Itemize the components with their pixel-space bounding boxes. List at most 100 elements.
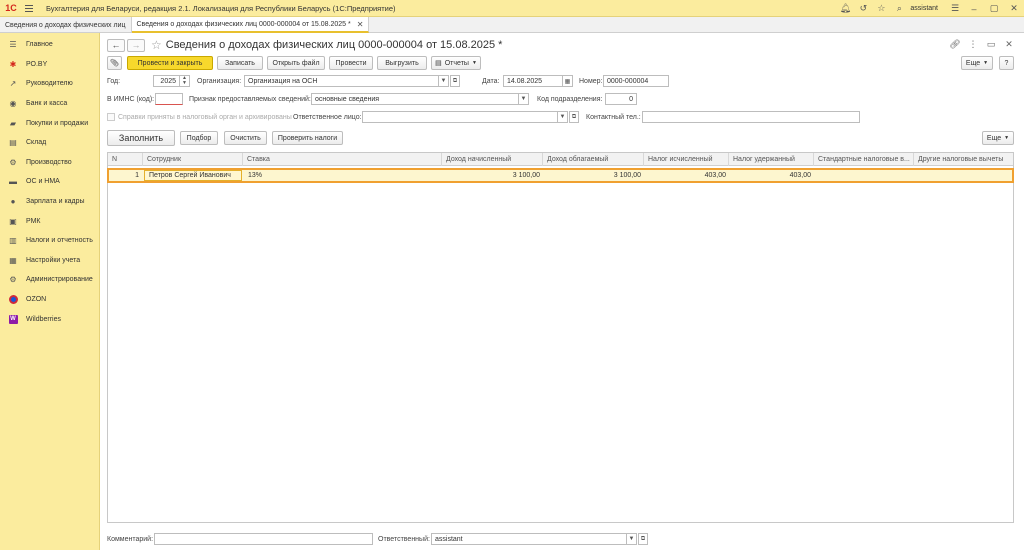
- organization-field[interactable]: Организация на ОСН: [244, 75, 439, 87]
- maximize-icon[interactable]: ▢: [984, 0, 1004, 17]
- info-sign-dropdown[interactable]: ▼: [519, 93, 529, 105]
- link-icon[interactable]: 🔗︎: [948, 38, 962, 51]
- col-employee[interactable]: Сотрудник: [143, 153, 243, 166]
- col-standard-deductions[interactable]: Стандартные налоговые в...: [814, 153, 914, 166]
- menu-icon[interactable]: [22, 0, 36, 17]
- history-icon[interactable]: ↺: [854, 0, 872, 17]
- report-icon: ▤: [435, 60, 442, 67]
- tab-list[interactable]: Сведения о доходах физических лиц: [0, 17, 132, 33]
- fill-button[interactable]: Заполнить: [107, 130, 175, 146]
- table-header: N Сотрудник Ставка Доход начисленный Дох…: [108, 153, 1013, 166]
- col-tax-calculated[interactable]: Налог исчисленный: [644, 153, 729, 166]
- save-button[interactable]: Записать: [217, 56, 263, 70]
- sidebar-item-main[interactable]: ☰ Главное: [0, 35, 99, 55]
- year-field[interactable]: 2025: [153, 75, 180, 87]
- post-and-close-button[interactable]: Провести и закрыть: [127, 56, 213, 70]
- responsible-person-field[interactable]: [362, 111, 558, 123]
- bell-icon[interactable]: 🔔︎: [836, 0, 854, 17]
- paperclip-icon: 📎︎: [110, 60, 119, 67]
- responsible-open-icon[interactable]: ⧉: [638, 533, 648, 545]
- responsible-field[interactable]: assistant: [431, 533, 627, 545]
- date-field[interactable]: 14.08.2025: [503, 75, 563, 87]
- archived-checkbox[interactable]: [107, 113, 115, 121]
- table-row[interactable]: 1 Петров Сергей Иванович 13% 3 100,00 3 …: [107, 168, 1014, 183]
- attach-button[interactable]: 📎︎: [107, 56, 122, 70]
- check-taxes-button[interactable]: Проверить налоги: [272, 131, 343, 145]
- col-other-deductions[interactable]: Другие налоговые вычеты: [914, 153, 1013, 166]
- responsible-dropdown[interactable]: ▼: [627, 533, 637, 545]
- department-code-label: Код подразделения:: [537, 96, 603, 103]
- sidebar-item-label: Администрирование: [26, 276, 93, 284]
- cell-tax-calculated[interactable]: 403,00: [645, 170, 730, 181]
- tab-document[interactable]: Сведения о доходах физических лиц 0000-0…: [131, 17, 370, 33]
- number-field[interactable]: 0000-000004: [603, 75, 669, 87]
- imns-field[interactable]: [155, 93, 183, 105]
- cell-employee[interactable]: Петров Сергей Иванович: [144, 170, 242, 181]
- table-more-button[interactable]: Еще ▼: [982, 131, 1014, 145]
- sidebar-item-taxes[interactable]: ▥ Налоги и отчетность: [0, 231, 99, 251]
- col-rate[interactable]: Ставка: [243, 153, 442, 166]
- cell-other-deductions[interactable]: [915, 170, 1012, 181]
- sidebar-item-salary[interactable]: ● Зарплата и кадры: [0, 192, 99, 212]
- search-icon[interactable]: ⌕: [890, 0, 908, 17]
- star-icon[interactable]: ☆: [872, 0, 890, 17]
- income-table[interactable]: N Сотрудник Ставка Доход начисленный Дох…: [107, 152, 1014, 523]
- back-arrow-icon[interactable]: ←: [107, 38, 125, 52]
- select-button[interactable]: Подбор: [180, 131, 218, 145]
- col-income-accrued[interactable]: Доход начисленный: [442, 153, 543, 166]
- sidebar-item-label: Wildberries: [26, 315, 62, 323]
- clear-button[interactable]: Очистить: [224, 131, 267, 145]
- sidebar-item-label: Банк и касса: [26, 100, 68, 108]
- settings-menu-icon[interactable]: ☰: [946, 0, 964, 17]
- sidebar-item-admin[interactable]: ⚙ Администрирование: [0, 270, 99, 290]
- more-vertical-icon[interactable]: ⋮: [966, 38, 980, 51]
- open-file-button[interactable]: Открыть файл: [267, 56, 325, 70]
- close-form-icon[interactable]: ✕: [1002, 38, 1016, 51]
- col-tax-withheld[interactable]: Налог удержанный: [729, 153, 814, 166]
- sidebar-item-production[interactable]: ⚙ Производство: [0, 153, 99, 173]
- col-income-taxable[interactable]: Доход облагаемый: [543, 153, 644, 166]
- info-sign-field[interactable]: основные сведения: [311, 93, 519, 105]
- sidebar-item-warehouse[interactable]: ▤ Склад: [0, 133, 99, 153]
- minimize-icon[interactable]: –: [964, 0, 984, 17]
- export-button[interactable]: Выгрузить: [377, 56, 427, 70]
- reports-label: Отчеты: [444, 59, 469, 67]
- department-code-field[interactable]: 0: [605, 93, 637, 105]
- cell-tax-withheld[interactable]: 403,00: [730, 170, 815, 181]
- sidebar-item-wildberries[interactable]: W Wildberries: [0, 309, 99, 329]
- sidebar-item-pos[interactable]: ▣ РМК: [0, 211, 99, 231]
- cell-income-taxable[interactable]: 3 100,00: [544, 170, 645, 181]
- cell-income-accrued[interactable]: 3 100,00: [443, 170, 544, 181]
- responsible-person-open-icon[interactable]: ⧉: [569, 111, 579, 123]
- forward-arrow-icon[interactable]: →: [127, 38, 145, 52]
- restore-icon[interactable]: ▭: [984, 38, 998, 51]
- sidebar-item-purchases[interactable]: ▰ Покупки и продажи: [0, 113, 99, 133]
- organization-dropdown[interactable]: ▼: [439, 75, 449, 87]
- current-user[interactable]: assistant: [910, 5, 938, 12]
- contact-phone-field[interactable]: [642, 111, 860, 123]
- calendar-icon[interactable]: ▦: [563, 75, 573, 87]
- close-window-icon[interactable]: ✕: [1004, 0, 1024, 17]
- sidebar-item-assets[interactable]: ▬ ОС и НМА: [0, 172, 99, 192]
- sidebar-item-settings[interactable]: ▦ Настройки учета: [0, 251, 99, 271]
- cell-n[interactable]: 1: [109, 170, 143, 181]
- sidebar-item-bank[interactable]: ◉ Банк и касса: [0, 94, 99, 114]
- post-button[interactable]: Провести: [329, 56, 373, 70]
- year-stepper[interactable]: ▲ ▼: [180, 75, 190, 87]
- reports-dropdown[interactable]: ▤ Отчеты ▼: [431, 56, 481, 70]
- sidebar-item-manager[interactable]: ↗ Руководителю: [0, 74, 99, 94]
- more-actions-button[interactable]: Еще ▼: [961, 56, 993, 70]
- col-n[interactable]: N: [108, 153, 143, 166]
- favorite-star-icon[interactable]: ☆: [151, 38, 162, 52]
- close-tab-icon[interactable]: ✕: [357, 20, 364, 29]
- help-button[interactable]: ?: [999, 56, 1014, 70]
- sidebar-item-ozon[interactable]: OZON: [0, 290, 99, 310]
- responsible-person-dropdown[interactable]: ▼: [558, 111, 568, 123]
- form-footer: Комментарий: Ответственный: assistant ▼ …: [101, 528, 1024, 548]
- chevron-down-icon: ▼: [1004, 135, 1010, 141]
- organization-open-icon[interactable]: ⧉: [450, 75, 460, 87]
- cell-standard-deductions[interactable]: [815, 170, 915, 181]
- cell-rate[interactable]: 13%: [244, 170, 443, 181]
- comment-field[interactable]: [154, 533, 373, 545]
- sidebar-item-roby[interactable]: ✱ РО.BY: [0, 55, 99, 75]
